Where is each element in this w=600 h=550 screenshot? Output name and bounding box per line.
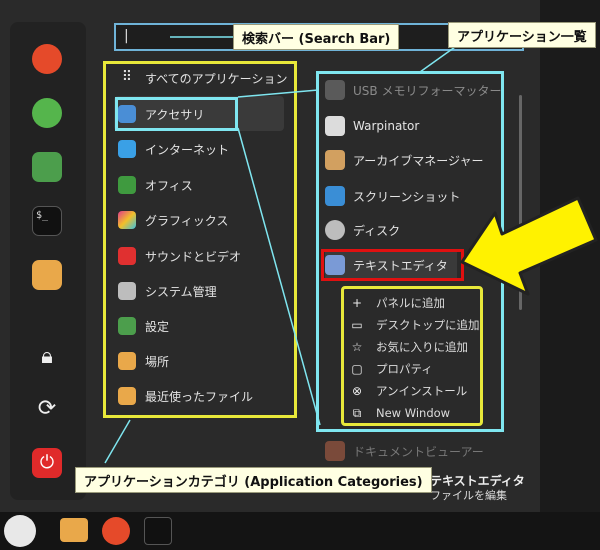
pointer-arrow (460, 196, 598, 296)
taskbar-folder-icon[interactable] (60, 518, 88, 542)
app-list-callout: アプリケーション一覧 (448, 22, 596, 48)
mint-menu-button[interactable] (4, 515, 36, 547)
taskbar-terminal-icon[interactable] (144, 517, 172, 545)
taskbar-firefox-icon[interactable] (102, 517, 130, 545)
categories-callout: アプリケーションカテゴリ (Application Categories) (75, 467, 432, 493)
taskbar (0, 512, 600, 550)
search-callout: 検索バー (Search Bar) (233, 24, 400, 50)
